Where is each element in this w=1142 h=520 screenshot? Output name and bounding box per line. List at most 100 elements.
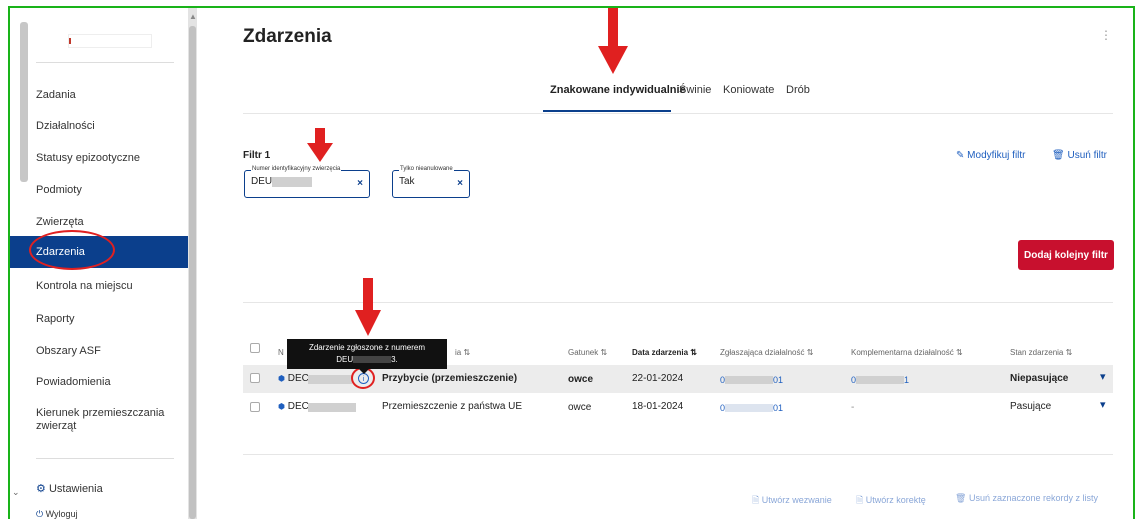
- redacted-value: [272, 177, 312, 187]
- filter-chip-not-cancelled[interactable]: Tylko nieanulowane Tak ×: [392, 166, 470, 198]
- annotation-arrow-tabs: [598, 8, 628, 74]
- sidebar-divider-bottom: [36, 458, 174, 459]
- create-correction-button[interactable]: 🗎 Utwórz korektę: [856, 493, 926, 509]
- create-summons-button[interactable]: 🗎 Utwórz wezwanie: [752, 493, 832, 509]
- tab-znakowane-indywidualnie[interactable]: Znakowane indywidualnie: [550, 84, 686, 96]
- annotation-arrow-row: [355, 278, 381, 336]
- redacted-activity: [856, 376, 905, 384]
- redacted-number: [353, 356, 392, 363]
- sidebar-item-zwierzeta[interactable]: Zwierzęta: [36, 216, 84, 228]
- settings-link[interactable]: ⚙ Ustawienia: [36, 482, 103, 495]
- column-header-status[interactable]: Stan zdarzenia ⇅: [1010, 348, 1072, 357]
- remove-filter-button[interactable]: 🗑 Usuń filtr: [1052, 150, 1107, 161]
- event-status: Pasujące: [1010, 401, 1052, 412]
- sidebar-scrollbar[interactable]: ▲: [188, 8, 197, 519]
- remove-selected-button[interactable]: 🗑 Usuń zaznaczone rekordy z listy: [955, 493, 1098, 504]
- modify-filter-label: Modyfikuj filtr: [967, 150, 1026, 161]
- sidebar-divider-top: [36, 62, 174, 63]
- event-date: 22-01-2024: [632, 373, 684, 384]
- page-title: Zdarzenia: [243, 26, 332, 47]
- sidebar-item-dzialalnosci[interactable]: Działalności: [36, 120, 95, 132]
- column-header-species-label: Gatunek: [568, 348, 599, 357]
- tab-swinie[interactable]: Świnie: [679, 84, 711, 96]
- logout-link[interactable]: ⏻ Wyloguj: [36, 509, 78, 520]
- document-icon: 🗎: [752, 495, 760, 505]
- sort-icon: ⇅: [690, 348, 697, 357]
- event-id: DEC: [287, 401, 309, 412]
- row-checkbox[interactable]: [250, 373, 260, 383]
- complementary-activity-link[interactable]: 01: [851, 375, 909, 385]
- logout-label: Wyloguj: [45, 509, 78, 519]
- column-header-type[interactable]: ia ⇅: [455, 348, 470, 357]
- settings-label: Ustawienia: [48, 483, 103, 495]
- event-type: Przemieszczenie z państwa UE: [382, 401, 523, 412]
- sidebar-item-podmioty[interactable]: Podmioty: [36, 184, 82, 196]
- gear-icon: ⚙: [36, 483, 46, 495]
- modify-filter-button[interactable]: ✎ Modyfikuj filtr: [956, 150, 1026, 161]
- event-id-cell[interactable]: ⬢ DEC: [278, 373, 309, 384]
- sidebar-item-obszary-asf[interactable]: Obszary ASF: [36, 345, 101, 357]
- sidebar-item-kontrola[interactable]: Kontrola na miejscu: [36, 280, 133, 292]
- row-checkbox[interactable]: [250, 402, 260, 412]
- event-date: 18-01-2024: [632, 401, 684, 412]
- tooltip-suffix: 3.: [391, 355, 398, 364]
- expand-row-chevron-icon[interactable]: ▾: [1100, 398, 1106, 411]
- column-header-reporting[interactable]: Zgłaszająca działalność ⇅: [720, 348, 813, 357]
- reporting-suffix: 01: [773, 403, 784, 413]
- tooltip-line-2: DEU 3.: [287, 354, 447, 366]
- event-id-cell[interactable]: ⬢ DEC: [278, 401, 309, 412]
- sort-icon: ⇅: [955, 348, 963, 357]
- create-correction-label: Utwórz korektę: [865, 495, 926, 505]
- redacted-id: [308, 375, 352, 384]
- filter-chip-label: Tylko nieanulowane: [399, 166, 454, 172]
- expand-row-chevron-icon[interactable]: ▾: [1100, 370, 1106, 383]
- annotation-arrow-filter: [307, 128, 333, 162]
- more-options-icon[interactable]: ⋮: [1100, 28, 1112, 42]
- event-status: Niepasujące: [1010, 373, 1069, 384]
- species: owce: [568, 374, 594, 385]
- sort-icon: ⇅: [600, 348, 608, 357]
- create-summons-label: Utwórz wezwanie: [761, 495, 832, 505]
- remove-chip-icon[interactable]: ×: [357, 178, 363, 189]
- reporting-activity-link[interactable]: 0 01: [720, 375, 783, 385]
- species: owce: [568, 402, 592, 413]
- select-all-checkbox[interactable]: [250, 343, 260, 353]
- tab-drob[interactable]: Drób: [786, 84, 810, 96]
- column-header-date-label: Data zdarzenia: [632, 348, 689, 357]
- tooltip-line-1: Zdarzenie zgłoszone z numerem: [308, 343, 426, 352]
- complementary-suffix: 1: [904, 375, 910, 385]
- filter-chip-value: Tak: [399, 176, 415, 187]
- column-header-date[interactable]: Data zdarzenia ⇅: [632, 348, 697, 357]
- annotation-circle-sidebar: [29, 230, 115, 270]
- sidebar-left-scroll-thumb[interactable]: [20, 22, 28, 182]
- reporting-suffix: 01: [773, 375, 784, 385]
- scroll-up-icon[interactable]: ▲: [189, 12, 197, 21]
- filter-chip-animal-id[interactable]: Numer identyfikacyjny zwierzęcia DEU ×: [244, 166, 370, 198]
- column-header-species[interactable]: Gatunek ⇅: [568, 348, 607, 357]
- sidebar-item-zadania[interactable]: Zadania: [36, 89, 76, 101]
- table-bottom-divider: [243, 454, 1113, 455]
- tooltip-prefix: DEU: [336, 355, 354, 364]
- edit-icon: ✎: [956, 150, 965, 161]
- trash-icon: 🗑: [955, 493, 967, 503]
- column-header-type-label: ia: [455, 348, 462, 357]
- trash-icon: 🗑: [1052, 150, 1065, 161]
- sidebar-scrollbar-thumb[interactable]: [189, 26, 196, 519]
- column-header-number[interactable]: N: [278, 348, 284, 357]
- column-header-reporting-label: Zgłaszająca działalność: [720, 348, 805, 357]
- sidebar-item-powiadomienia[interactable]: Powiadomienia: [36, 376, 111, 388]
- remove-chip-icon[interactable]: ×: [457, 178, 463, 189]
- add-filter-button[interactable]: Dodaj kolejny filtr: [1018, 240, 1114, 270]
- filter-chip-label: Numer identyfikacyjny zwierzęcia: [251, 166, 342, 172]
- filter-title: Filtr 1: [243, 150, 271, 161]
- sidebar-item-statusy[interactable]: Statusy epizootyczne: [36, 152, 140, 164]
- sidebar-collapse-chevron-icon[interactable]: ⌄: [12, 487, 20, 498]
- tab-koniowate[interactable]: Koniowate: [723, 84, 774, 96]
- column-header-complementary[interactable]: Komplementarna działalność ⇅: [851, 348, 963, 357]
- remove-selected-label: Usuń zaznaczone rekordy z listy: [968, 493, 1099, 503]
- sidebar-item-raporty[interactable]: Raporty: [36, 313, 75, 325]
- sidebar-item-kierunek[interactable]: Kierunek przemieszczania zwierząt: [36, 407, 176, 433]
- reporting-activity-link[interactable]: 0 01: [720, 403, 783, 413]
- tag-icon: ⬢: [278, 402, 285, 411]
- remove-filter-label: Usuń filtr: [1067, 150, 1107, 161]
